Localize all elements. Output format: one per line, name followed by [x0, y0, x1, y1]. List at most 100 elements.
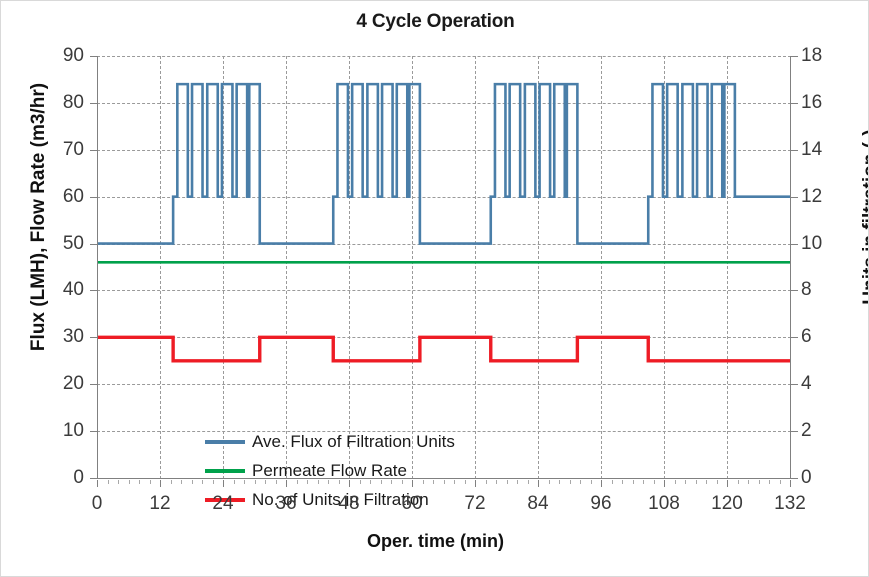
chart-title: 4 Cycle Operation — [356, 11, 515, 32]
x-axis-tick-label: 132 — [774, 493, 806, 514]
y-axis-right-tick-label: 4 — [801, 373, 812, 395]
y-axis-right-tick-mark — [791, 478, 798, 479]
x-axis-tick-mark — [286, 480, 287, 487]
x-axis-minor-tick-mark — [118, 480, 119, 484]
x-axis-tick-mark — [97, 480, 98, 487]
legend-color-swatch — [205, 440, 245, 444]
axis-line-left — [97, 56, 98, 479]
y-axis-right-tick-mark — [791, 196, 798, 198]
x-axis-tick-label: 12 — [149, 493, 171, 514]
x-axis-tick-mark — [475, 480, 476, 487]
x-axis-minor-tick-mark — [769, 480, 770, 484]
plot-area: Ave. Flux of Filtration Units Permeate Fl… — [97, 56, 791, 509]
y-axis-left-tick-mark — [90, 290, 97, 292]
y-axis-right-tick-mark — [791, 431, 798, 433]
x-axis-minor-tick-mark — [233, 480, 235, 484]
x-axis-label: Oper. time (min) — [366, 531, 505, 551]
y-axis-right-tick-mark — [791, 243, 798, 245]
series-lines — [97, 82, 790, 363]
x-axis-minor-tick-mark — [244, 480, 245, 484]
x-axis-minor-tick-mark — [632, 480, 634, 484]
y-axis-left-tick-mark — [90, 196, 97, 198]
y-axis-left-tick-mark — [90, 337, 97, 339]
legend-item[interactable]: Permeate Flow Rate — [205, 461, 455, 481]
x-axis-minor-tick-mark — [548, 480, 550, 484]
x-axis-minor-tick-mark — [464, 480, 466, 484]
x-axis-tick-label: 24 — [212, 493, 234, 514]
x-axis-minor-tick-mark — [265, 480, 266, 484]
x-axis-tick-mark — [664, 480, 665, 487]
y-axis-left-tick-mark — [90, 431, 97, 433]
y-axis-right-tick-label: 8 — [801, 279, 812, 301]
x-axis-minor-tick-mark — [559, 480, 560, 484]
x-axis-minor-tick-mark — [527, 480, 529, 484]
y-axis-left-tick-label: 0 — [73, 467, 84, 488]
x-axis-tick-label: 0 — [91, 493, 103, 514]
x-axis-minor-tick-mark — [737, 480, 739, 484]
y-axis-right-tick-mark — [791, 102, 798, 104]
x-axis-minor-tick-mark — [622, 480, 623, 484]
x-axis-tick-mark — [727, 480, 728, 487]
x-axis-minor-tick-mark — [695, 480, 697, 484]
x-axis-minor-tick-mark — [275, 480, 277, 484]
x-axis-minor-tick-mark — [590, 480, 592, 484]
y-axis-left-tick-mark — [90, 102, 97, 104]
y-axis-left-tick-mark — [90, 149, 97, 151]
x-axis-minor-tick-mark — [706, 480, 707, 484]
x-axis-minor-tick-mark — [454, 480, 455, 484]
x-axis-minor-tick-mark — [380, 480, 382, 484]
legend-item-label: Ave. Flux of Filtration Units — [252, 432, 455, 451]
y-axis-right-tick-mark — [791, 290, 798, 292]
series-line-3 — [97, 335, 790, 363]
x-axis-minor-tick-mark — [401, 480, 403, 484]
x-axis-tick-mark — [412, 480, 413, 487]
x-axis-tick-mark — [538, 480, 539, 487]
x-axis-minor-tick-mark — [181, 480, 182, 484]
y-axis-left-tick-mark — [90, 478, 97, 479]
x-axis-tick-label: 120 — [711, 493, 743, 514]
x-axis-minor-tick-mark — [296, 480, 298, 484]
x-axis-tick-label: 96 — [590, 493, 612, 514]
x-axis-tick-mark — [790, 480, 791, 487]
chart-figure: 4 Cycle Operation Ave. Flux of Filtratio… — [0, 0, 869, 577]
x-axis-minor-tick-mark — [685, 480, 686, 484]
y-axis-right-tick-label: 18 — [801, 45, 823, 66]
x-axis-minor-tick-mark — [212, 480, 214, 484]
x-axis-minor-tick-mark — [202, 480, 203, 484]
x-axis-minor-tick-mark — [149, 480, 151, 484]
x-axis-minor-tick-mark — [307, 480, 308, 484]
y-axis-right-tick-label: 12 — [801, 185, 823, 207]
x-axis-minor-tick-mark — [674, 480, 676, 484]
x-axis-minor-tick-mark — [433, 480, 434, 484]
x-axis-minor-tick-mark — [107, 480, 109, 484]
x-axis-minor-tick-mark — [611, 480, 613, 484]
x-axis-minor-tick-mark — [139, 480, 140, 484]
legend-item[interactable]: Ave. Flux of Filtration Units — [205, 432, 455, 452]
x-axis-tick-mark — [160, 480, 161, 487]
x-axis-minor-tick-mark — [443, 480, 445, 484]
y-axis-right-tick-label: 16 — [801, 91, 823, 113]
x-axis-minor-tick-mark — [748, 480, 749, 484]
x-axis-minor-tick-mark — [485, 480, 487, 484]
y-axis-left-tick-mark — [90, 243, 97, 245]
y-axis-right-tick-label: 6 — [801, 326, 812, 348]
x-axis-minor-tick-mark — [370, 480, 371, 484]
y-axis-right-tick-mark — [791, 149, 798, 151]
x-axis-minor-tick-mark — [716, 480, 718, 484]
axis-line-right — [790, 56, 791, 479]
x-axis-minor-tick-mark — [517, 480, 518, 484]
x-axis-minor-tick-mark — [254, 480, 256, 484]
x-axis-minor-tick-mark — [359, 480, 361, 484]
series-line-1 — [97, 82, 790, 245]
x-axis-tick-mark — [601, 480, 602, 487]
x-axis-minor-tick-mark — [580, 480, 581, 484]
x-axis-tick-label: 108 — [648, 493, 680, 514]
x-axis-minor-tick-mark — [328, 480, 329, 484]
x-axis-tick-label: 60 — [401, 493, 423, 514]
x-axis-tick-label: 84 — [527, 493, 549, 514]
x-axis-tick-label: 36 — [275, 493, 297, 514]
x-axis-minor-tick-mark — [391, 480, 392, 484]
x-axis-minor-tick-mark — [317, 480, 319, 484]
x-axis-minor-tick-mark — [191, 480, 193, 484]
y-axis-right-tick-mark — [791, 384, 798, 386]
